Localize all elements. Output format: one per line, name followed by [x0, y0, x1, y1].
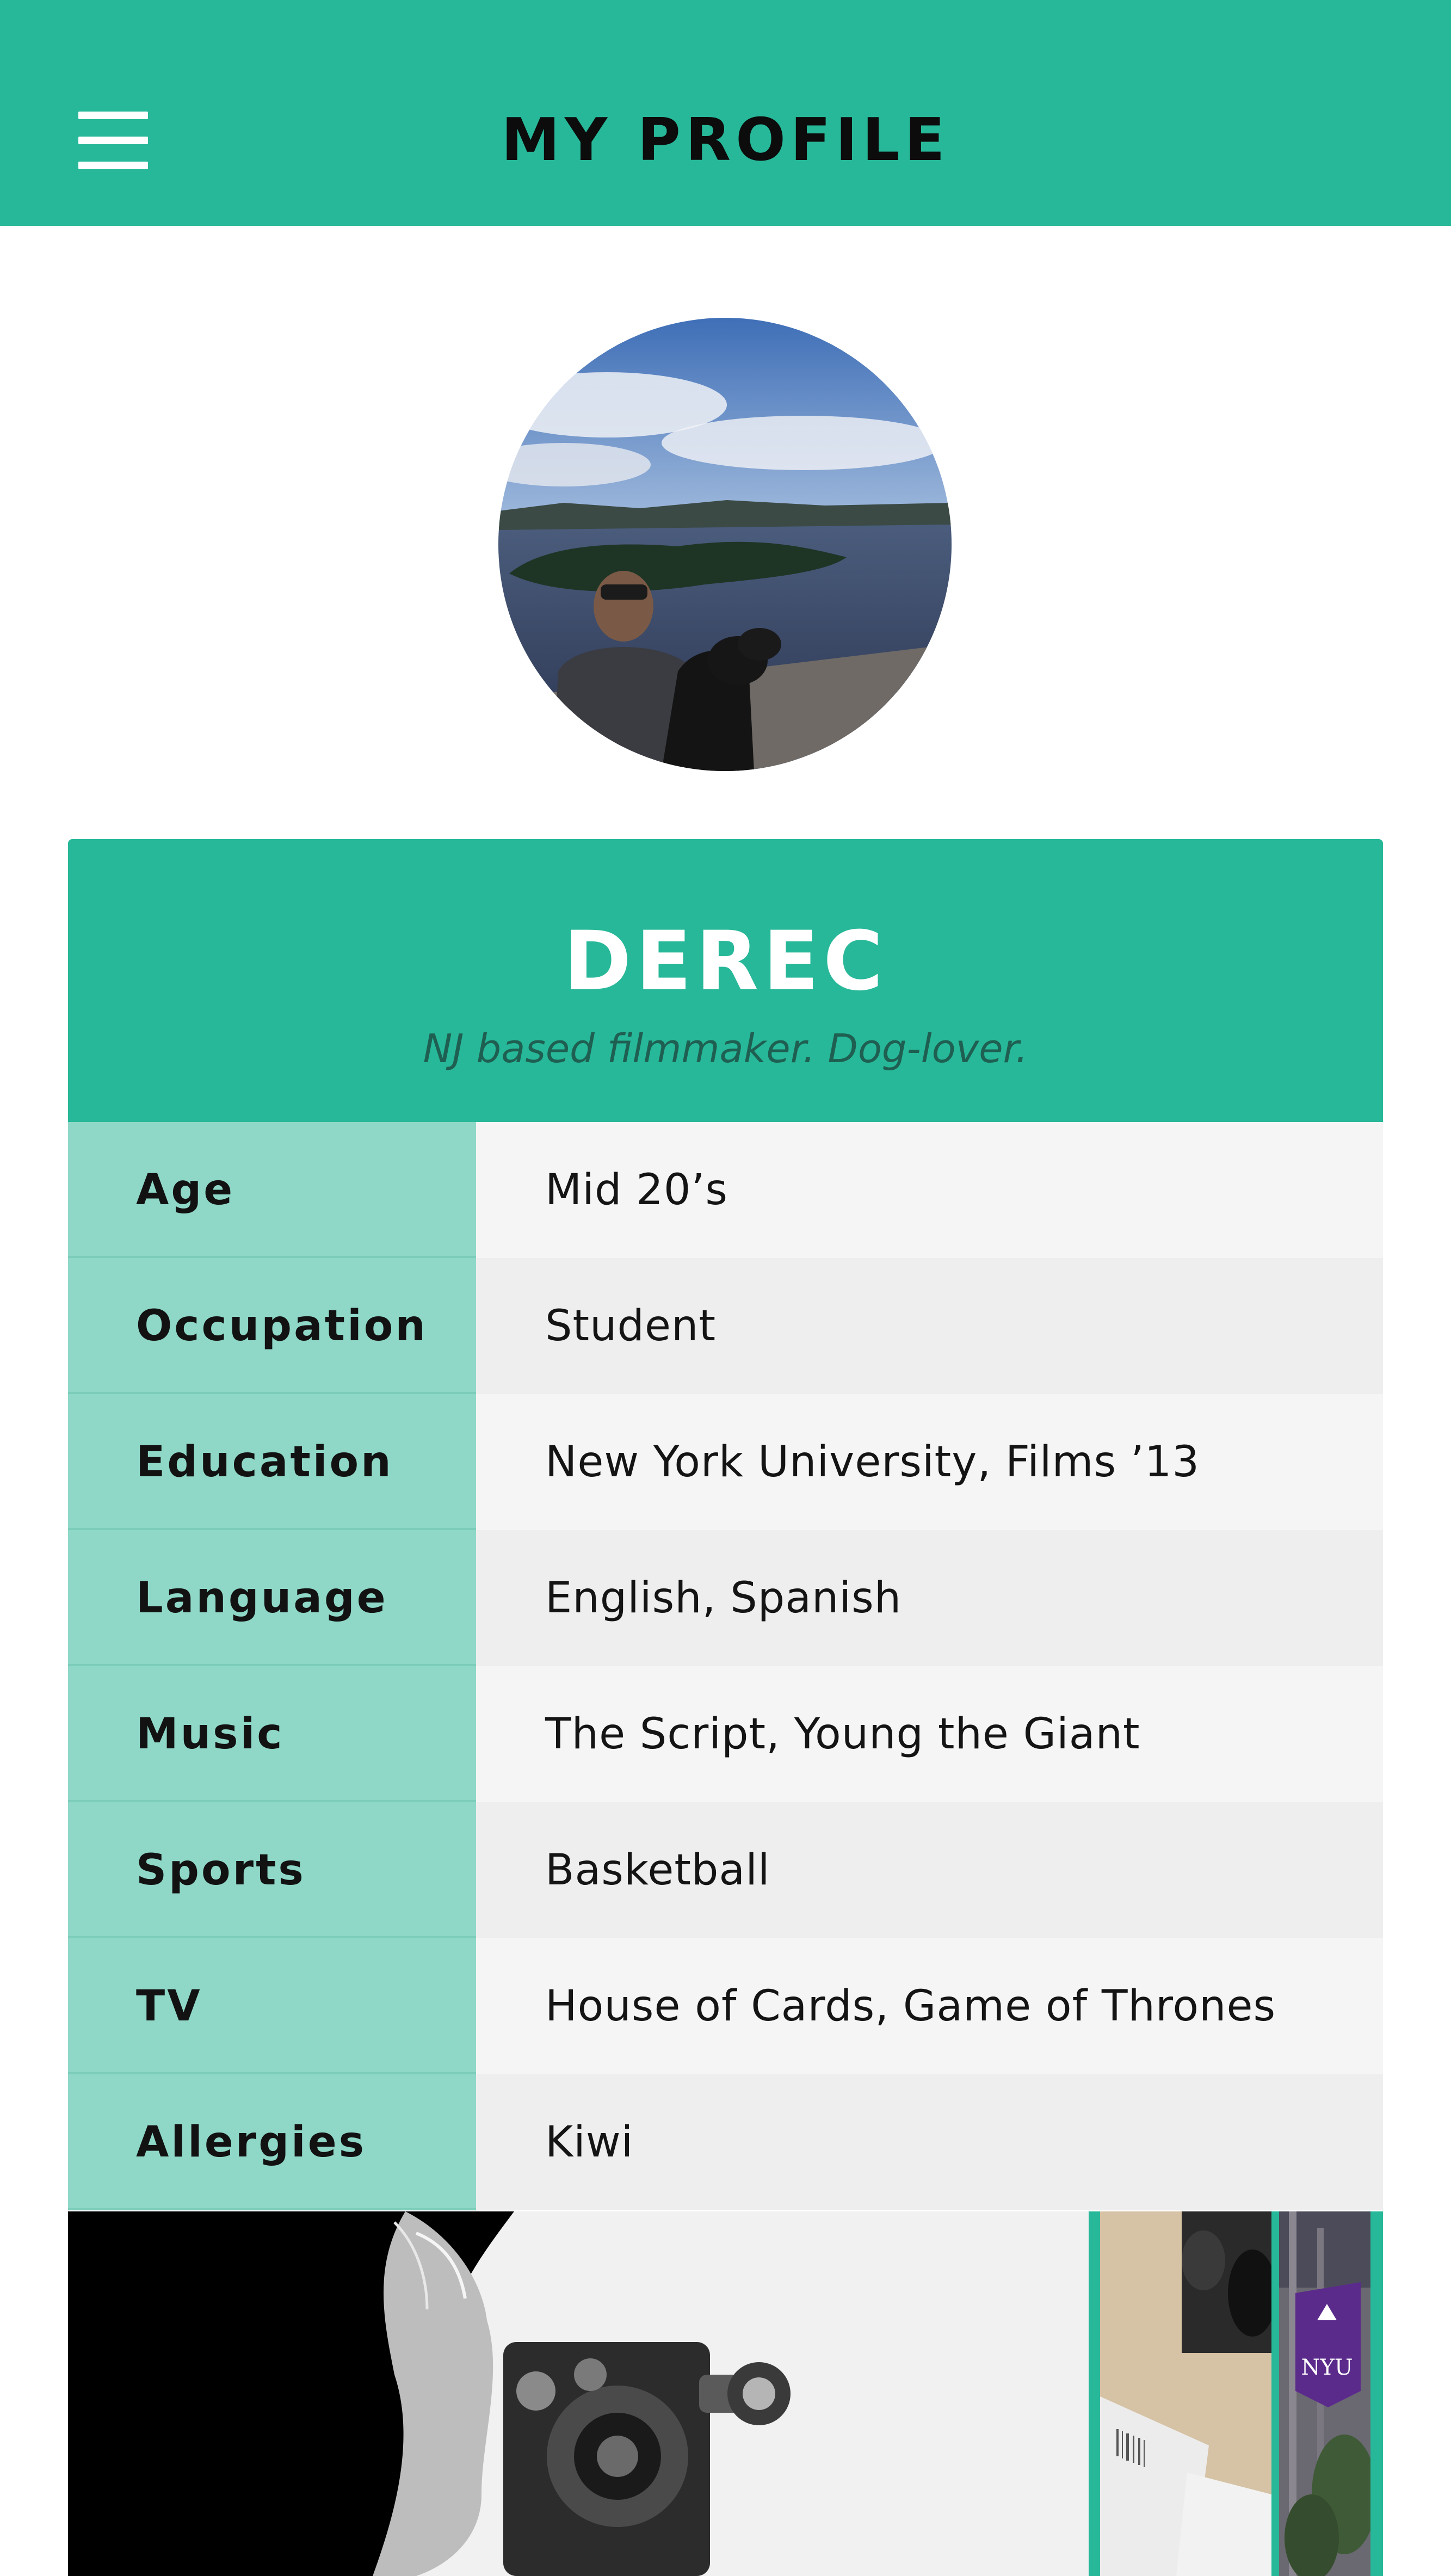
detail-value: New York University, Films ’13	[476, 1394, 1383, 1530]
detail-row-tv: TV House of Cards, Game of Thrones	[68, 1938, 1383, 2074]
detail-row-occupation: Occupation Student	[68, 1258, 1383, 1394]
app-header: MY PROFILE	[0, 0, 1451, 226]
detail-label: Music	[68, 1666, 476, 1802]
nyu-banner-photo: NYU	[1279, 2211, 1370, 2576]
profile-name: DEREC	[563, 914, 888, 1009]
profile-details-table: Age Mid 20’s Occupation Student Educatio…	[68, 1122, 1383, 2211]
profile-name-card: DEREC NJ based filmmaker. Dog-lover.	[68, 839, 1383, 1122]
detail-label: Age	[68, 1122, 476, 1258]
detail-label: Allergies	[68, 2074, 476, 2210]
photo-gallery[interactable]: NYU	[68, 2211, 1383, 2576]
detail-value: Mid 20’s	[476, 1122, 1383, 1258]
detail-row-allergies: Allergies Kiwi	[68, 2074, 1383, 2210]
gallery-photo-camera[interactable]	[1100, 2211, 1271, 2576]
detail-value: The Script, Young the Giant	[476, 1666, 1383, 1802]
detail-row-language: Language English, Spanish	[68, 1530, 1383, 1666]
detail-value: House of Cards, Game of Thrones	[476, 1938, 1383, 2074]
detail-label: Education	[68, 1394, 476, 1530]
detail-value: Basketball	[476, 1802, 1383, 1938]
detail-row-age: Age Mid 20’s	[68, 1122, 1383, 1258]
gallery-photo-nyu[interactable]: NYU	[1279, 2211, 1370, 2576]
detail-label: Occupation	[68, 1258, 476, 1394]
detail-label: Language	[68, 1530, 476, 1666]
detail-label: Sports	[68, 1802, 476, 1938]
detail-row-music: Music The Script, Young the Giant	[68, 1666, 1383, 1802]
avatar-photo	[498, 318, 952, 771]
camera-lens-photo	[1100, 2211, 1271, 2576]
detail-value: English, Spanish	[476, 1530, 1383, 1666]
nyu-banner-text: NYU	[1301, 2355, 1353, 2380]
detail-value: Student	[476, 1258, 1383, 1394]
detail-row-education: Education New York University, Films ’13	[68, 1394, 1383, 1530]
filmmaker-photo	[68, 2211, 1089, 2576]
profile-bio: NJ based filmmaker. Dog-lover.	[423, 1026, 1028, 1071]
gallery-photo-filmmaker[interactable]	[68, 2211, 1089, 2576]
detail-row-sports: Sports Basketball	[68, 1802, 1383, 1938]
detail-label: TV	[68, 1938, 476, 2074]
detail-value: Kiwi	[476, 2074, 1383, 2210]
profile-avatar[interactable]	[498, 318, 952, 771]
page-title: MY PROFILE	[501, 106, 950, 174]
